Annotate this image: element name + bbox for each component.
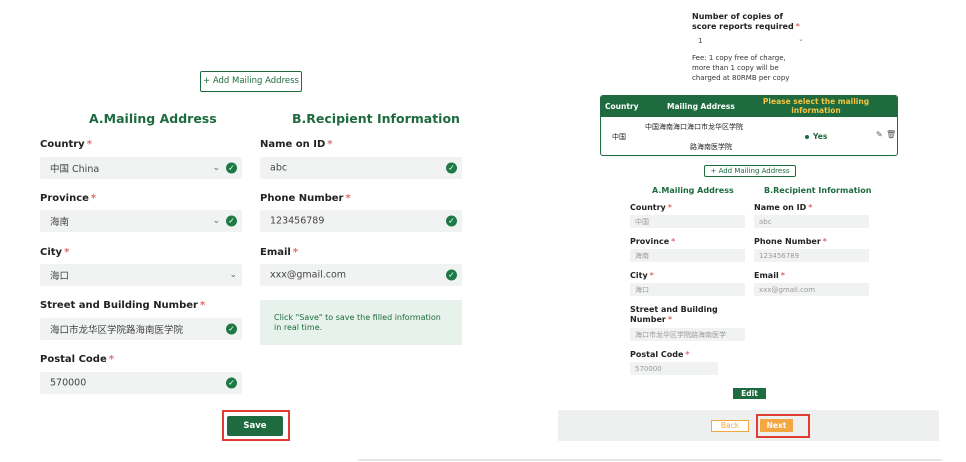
save-button[interactable]: Save <box>227 416 283 436</box>
phone-number-label-2: Phone Number * <box>754 237 827 246</box>
row-selected: Yes <box>813 132 828 141</box>
add-mailing-address-button[interactable]: + Add Mailing Address <box>200 71 302 92</box>
street-field-2: 海口市龙华区学院路海南医学 <box>630 328 745 341</box>
province-value-2: 海南 <box>635 251 649 260</box>
chevron-down-icon: ⌄ <box>798 35 804 43</box>
email-field-2: xxx@gmail.com <box>754 283 869 296</box>
edit-button[interactable]: Edit <box>733 388 766 399</box>
phone-number-value: 123456789 <box>270 215 325 227</box>
add-mailing-address-button-2[interactable]: + Add Mailing Address <box>704 165 796 177</box>
fee-note: Fee: 1 copy free of charge, more than 1 … <box>692 54 790 82</box>
name-on-id-label-2: Name on ID * <box>754 203 813 212</box>
city-value: 海口 <box>50 271 70 282</box>
check-circle-icon: ✓ <box>226 162 237 174</box>
table-row[interactable]: 中国 中国海南海口海口市龙华区学院 路海南医学院 Yes ✎ 🗑 <box>601 117 897 155</box>
section-a-title-2: A.Mailing Address <box>652 186 734 195</box>
save-hint-box: Click "Save" to save the filled informat… <box>260 300 462 345</box>
next-button[interactable]: Next <box>760 419 793 432</box>
save-hint-text: Click "Save" to save the filled informat… <box>274 313 441 332</box>
email-label: Email * <box>260 247 299 258</box>
phone-number-field-2: 123456789 <box>754 249 869 262</box>
section-b-title-2: B.Recipient Information <box>764 186 872 195</box>
add-mailing-address-label-2: + Add Mailing Address <box>710 167 790 175</box>
country-label: Country * <box>40 139 92 150</box>
street-label: Street and Building Number * <box>40 300 206 311</box>
postal-code-value-2: 570000 <box>635 364 662 373</box>
email-value: xxx@gmail.com <box>270 269 347 281</box>
copies-select[interactable]: 1 ⌄ <box>692 35 806 48</box>
country-value: 中国 China <box>50 164 100 175</box>
street-label-2: Street and Building Number * <box>630 305 718 324</box>
name-on-id-field-2: abc <box>754 215 869 228</box>
selected-dot-icon <box>805 135 809 139</box>
back-button[interactable]: Back <box>711 420 749 432</box>
phone-number-label: Phone Number * <box>260 193 351 204</box>
name-on-id-input[interactable]: abc ✓ <box>260 157 462 179</box>
country-field-2: 中国 <box>630 215 745 228</box>
country-select[interactable]: 中国 China ⌄ ✓ <box>40 157 242 179</box>
city-value-2: 海口 <box>635 285 649 294</box>
row-address-line2: 路海南医学院 <box>690 143 732 151</box>
check-circle-icon: ✓ <box>226 215 237 227</box>
copies-label: Number of copies of score reports requir… <box>692 12 800 31</box>
name-on-id-value: abc <box>270 162 288 174</box>
next-label: Next <box>766 421 787 430</box>
copies-value: 1 <box>698 37 703 45</box>
province-select[interactable]: 海南 ⌄ ✓ <box>40 210 242 232</box>
bottom-divider <box>358 459 942 461</box>
trash-icon[interactable]: 🗑 <box>886 130 896 139</box>
header-country: Country <box>605 102 639 111</box>
mailing-table: Country Mailing Address Please select th… <box>600 95 898 156</box>
chevron-down-icon: ⌄ <box>229 270 237 280</box>
check-circle-icon: ✓ <box>446 162 457 174</box>
name-on-id-value-2: abc <box>759 217 772 226</box>
chevron-down-icon: ⌄ <box>212 163 220 173</box>
postal-code-label: Postal Code * <box>40 354 114 365</box>
back-label: Back <box>720 421 740 430</box>
check-circle-icon: ✓ <box>446 269 457 281</box>
postal-code-label-2: Postal Code * <box>630 350 690 359</box>
check-circle-icon: ✓ <box>446 215 457 227</box>
phone-number-value-2: 123456789 <box>759 251 800 260</box>
save-label: Save <box>243 421 267 431</box>
street-value: 海口市龙华区学院路海南医学院 <box>50 325 184 336</box>
province-label-2: Province * <box>630 237 676 246</box>
postal-code-value: 570000 <box>50 377 87 389</box>
email-value-2: xxx@gmail.com <box>759 285 816 294</box>
name-on-id-label: Name on ID * <box>260 139 333 150</box>
email-label-2: Email * <box>754 271 785 280</box>
province-value: 海南 <box>50 217 70 228</box>
email-input[interactable]: xxx@gmail.com ✓ <box>260 264 462 286</box>
section-b-title: B.Recipient Information <box>292 111 460 126</box>
check-circle-icon: ✓ <box>226 377 237 389</box>
street-input[interactable]: 海口市龙华区学院路海南医学院 ✓ <box>40 318 242 340</box>
phone-number-input[interactable]: 123456789 ✓ <box>260 210 462 232</box>
section-a-title: A.Mailing Address <box>89 111 217 126</box>
check-circle-icon: ✓ <box>226 323 237 335</box>
city-field-2: 海口 <box>630 283 745 296</box>
row-address-line1: 中国海南海口海口市龙华区学院 <box>645 123 743 131</box>
country-value-2: 中国 <box>635 217 649 226</box>
add-mailing-address-label: + Add Mailing Address <box>203 76 299 86</box>
chevron-down-icon: ⌄ <box>212 216 220 226</box>
country-label-2: Country * <box>630 203 672 212</box>
province-label: Province * <box>40 193 97 204</box>
edit-icon[interactable]: ✎ <box>876 130 883 139</box>
city-select[interactable]: 海口 ⌄ <box>40 264 242 286</box>
city-label-2: City * <box>630 271 654 280</box>
edit-label: Edit <box>741 389 758 398</box>
postal-code-input[interactable]: 570000 ✓ <box>40 372 242 394</box>
city-label: City * <box>40 247 70 258</box>
header-address: Mailing Address <box>667 102 735 111</box>
province-field-2: 海南 <box>630 249 745 262</box>
postal-code-field-2: 570000 <box>630 362 718 375</box>
street-value-2: 海口市龙华区学院路海南医学 <box>635 330 726 339</box>
row-country: 中国 <box>612 133 626 141</box>
header-select: Please select the mailing information <box>762 97 870 115</box>
